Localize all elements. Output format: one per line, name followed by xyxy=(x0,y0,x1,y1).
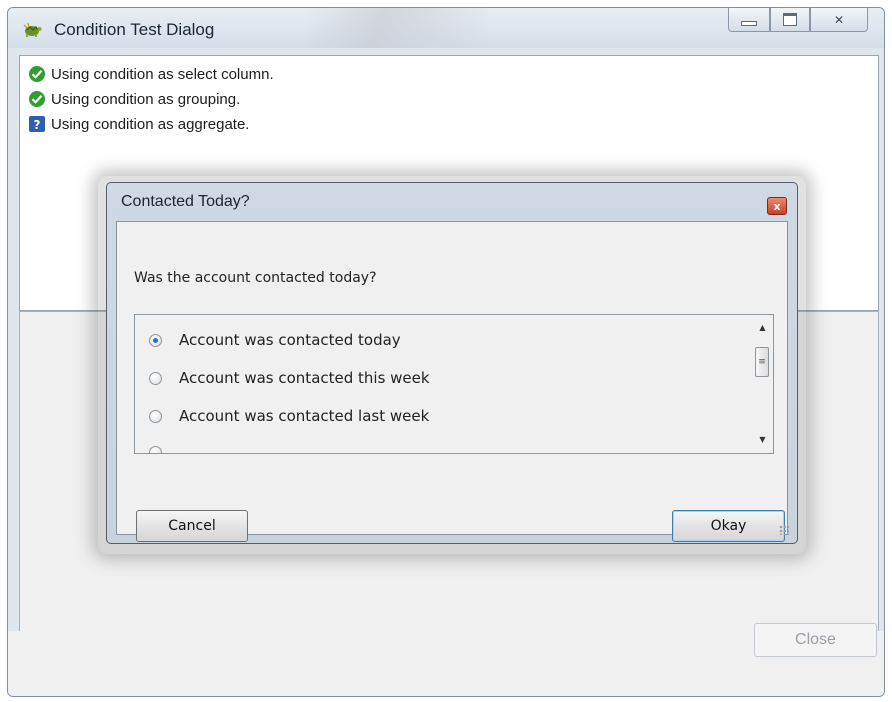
radio-button[interactable] xyxy=(149,445,162,453)
log-line-text: Using condition as aggregate. xyxy=(51,115,250,133)
option-label: Account was contacted this week xyxy=(179,369,430,387)
window-close-button[interactable]: ✕ xyxy=(810,8,868,32)
scroll-thumb[interactable]: ≡ xyxy=(755,347,769,377)
okay-button[interactable]: Okay xyxy=(672,510,785,542)
maximize-button[interactable] xyxy=(770,8,810,32)
radio-button[interactable] xyxy=(149,333,162,347)
window-title: Condition Test Dialog xyxy=(54,20,215,39)
title-bar[interactable]: Condition Test Dialog ✕ xyxy=(8,8,884,48)
maximize-icon xyxy=(783,13,797,26)
turtle-app-icon xyxy=(23,22,42,37)
log-line-text: Using condition as grouping. xyxy=(51,90,241,108)
resize-grip[interactable] xyxy=(779,525,789,535)
options-scrollbar[interactable]: ▲ ≡ ▼ xyxy=(754,317,771,451)
option-partially-visible[interactable] xyxy=(149,441,179,453)
minimize-icon xyxy=(741,21,757,26)
modal-close-button[interactable]: x xyxy=(767,197,787,215)
contacted-today-dialog: Contacted Today? x Was the account conta… xyxy=(106,182,798,544)
scroll-up-icon[interactable]: ▲ xyxy=(754,319,771,335)
success-check-icon xyxy=(29,91,45,107)
scroll-down-icon[interactable]: ▼ xyxy=(754,431,771,447)
dialog-footer xyxy=(8,631,884,696)
minimize-button[interactable] xyxy=(728,8,770,32)
option-contacted-last-week[interactable]: Account was contacted last week xyxy=(149,405,429,427)
log-line-text: Using condition as select column. xyxy=(51,65,274,83)
log-line: Using condition as select column. xyxy=(28,64,274,84)
success-check-icon xyxy=(29,66,45,82)
log-line: Using condition as grouping. xyxy=(28,89,240,109)
title-bar-glass xyxy=(308,8,488,48)
close-icon: x xyxy=(773,199,781,213)
close-icon: ✕ xyxy=(833,12,845,27)
modal-title: Contacted Today? xyxy=(121,193,250,210)
modal-body: Was the account contacted today? Account… xyxy=(116,221,788,542)
close-button[interactable]: Close xyxy=(754,623,877,657)
log-line: ? Using condition as aggregate. xyxy=(28,114,249,134)
question-text: Was the account contacted today? xyxy=(134,270,377,286)
cancel-button[interactable]: Cancel xyxy=(136,510,248,542)
radio-button[interactable] xyxy=(149,371,162,385)
option-contacted-this-week[interactable]: Account was contacted this week xyxy=(149,367,430,389)
radio-button[interactable] xyxy=(149,409,162,423)
option-label: Account was contacted today xyxy=(179,331,401,349)
option-label: Account was contacted last week xyxy=(179,407,430,425)
question-icon: ? xyxy=(29,116,45,132)
options-list[interactable]: Account was contacted today Account was … xyxy=(134,314,774,454)
option-contacted-today[interactable]: Account was contacted today xyxy=(149,329,401,351)
svg-text:?: ? xyxy=(34,118,41,132)
